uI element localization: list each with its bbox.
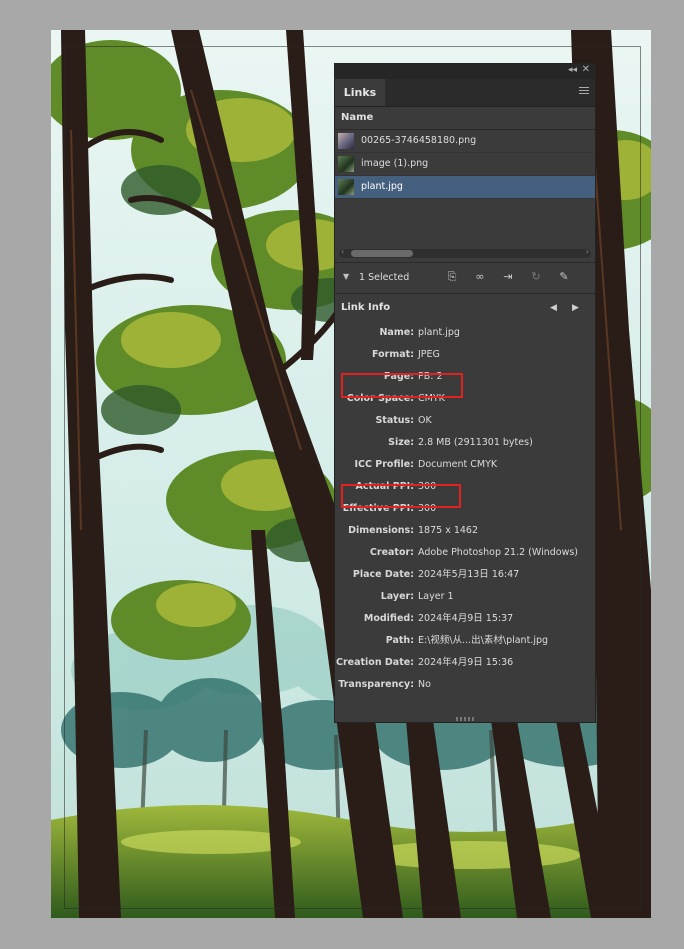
- info-row-page: Page: PB: 2: [383, 371, 443, 382]
- relink-from-cc-icon[interactable]: ⎘: [445, 271, 459, 283]
- update-link-icon[interactable]: ↻: [529, 271, 543, 283]
- info-row-dimensions: Dimensions: 1875 x 1462: [348, 525, 479, 536]
- info-row-transparency: Transparency: No: [338, 679, 431, 690]
- file-name: image (1).png: [361, 158, 429, 169]
- edit-original-icon[interactable]: ✎: [557, 271, 571, 283]
- info-row-size: Size: 2.8 MB (2911301 bytes): [388, 437, 533, 448]
- link-icon[interactable]: ∞: [473, 271, 487, 283]
- panel-tab-row: Links: [335, 79, 595, 107]
- info-row-creator: Creator: Adobe Photoshop 21.2 (Windows): [369, 547, 578, 558]
- previous-link-icon[interactable]: ◀: [550, 294, 557, 322]
- close-icon[interactable]: ✕: [582, 64, 590, 75]
- file-thumbnail: [338, 133, 354, 149]
- file-name: 00265-3746458180.png: [361, 135, 477, 146]
- list-item[interactable]: image (1).png: [335, 153, 595, 176]
- info-row-actual-ppi: Actual PPI: 300: [355, 481, 437, 492]
- info-row-color-space: Color Space: CMYK: [346, 393, 445, 404]
- next-link-icon[interactable]: ▶: [572, 294, 579, 322]
- list-item-selected[interactable]: plant.jpg: [335, 176, 595, 199]
- info-row-format: Format: JPEG: [372, 349, 440, 360]
- chevron-down-icon[interactable]: ▼: [343, 272, 349, 281]
- info-row-effective-ppi: Effective PPI: 300: [342, 503, 437, 514]
- info-row-modified: Modified: 2024年4月9日 15:37: [363, 613, 514, 624]
- links-file-list: 00265-3746458180.png image (1).png plant…: [335, 130, 595, 262]
- info-row-icc-profile: ICC Profile: Document CMYK: [354, 459, 498, 470]
- goto-link-icon[interactable]: ⇥: [501, 271, 515, 283]
- panel-resize-grip[interactable]: [456, 717, 476, 721]
- selection-status: 1 Selected: [359, 272, 410, 283]
- collapse-panel-icon[interactable]: ◂◂: [568, 65, 577, 75]
- panel-titlebar[interactable]: ◂◂ ✕: [335, 64, 595, 79]
- list-item[interactable]: 00265-3746458180.png: [335, 130, 595, 153]
- info-row-layer: Layer: Layer 1: [380, 591, 454, 602]
- panel-menu-icon[interactable]: [579, 87, 589, 96]
- file-name: plant.jpg: [361, 181, 403, 192]
- scroll-right-icon[interactable]: ›: [586, 247, 589, 256]
- link-info-header[interactable]: Link Info ◀ ▶: [335, 294, 595, 322]
- horizontal-scrollbar[interactable]: ‹ ›: [339, 247, 591, 258]
- info-row-name: Name: plant.jpg: [379, 327, 460, 338]
- link-info-title: Link Info: [341, 302, 391, 313]
- scroll-left-icon[interactable]: ‹: [341, 247, 344, 256]
- scrollbar-thumb[interactable]: [351, 250, 413, 257]
- info-row-creation-date: Creation Date: 2024年4月9日 15:36: [336, 657, 514, 668]
- file-thumbnail: [338, 156, 354, 172]
- tab-links[interactable]: Links: [335, 79, 385, 106]
- links-panel: ◂◂ ✕ Links Name 00265-3746458180.png ima…: [334, 63, 596, 723]
- file-thumbnail: [338, 179, 354, 195]
- links-toolbar: ▼ 1 Selected ⎘ ∞ ⇥ ↻ ✎: [335, 262, 595, 294]
- info-row-path: Path: E:\视频\从...出\素材\plant.jpg: [385, 635, 549, 646]
- link-info-list: Name: plant.jpg Format: JPEG Page: PB: 2 Co…: [335, 322, 595, 696]
- info-row-status: Status: OK: [375, 415, 432, 426]
- column-header-name[interactable]: Name: [335, 107, 595, 130]
- info-row-place-date: Place Date: 2024年5月13日 16:47: [352, 569, 520, 580]
